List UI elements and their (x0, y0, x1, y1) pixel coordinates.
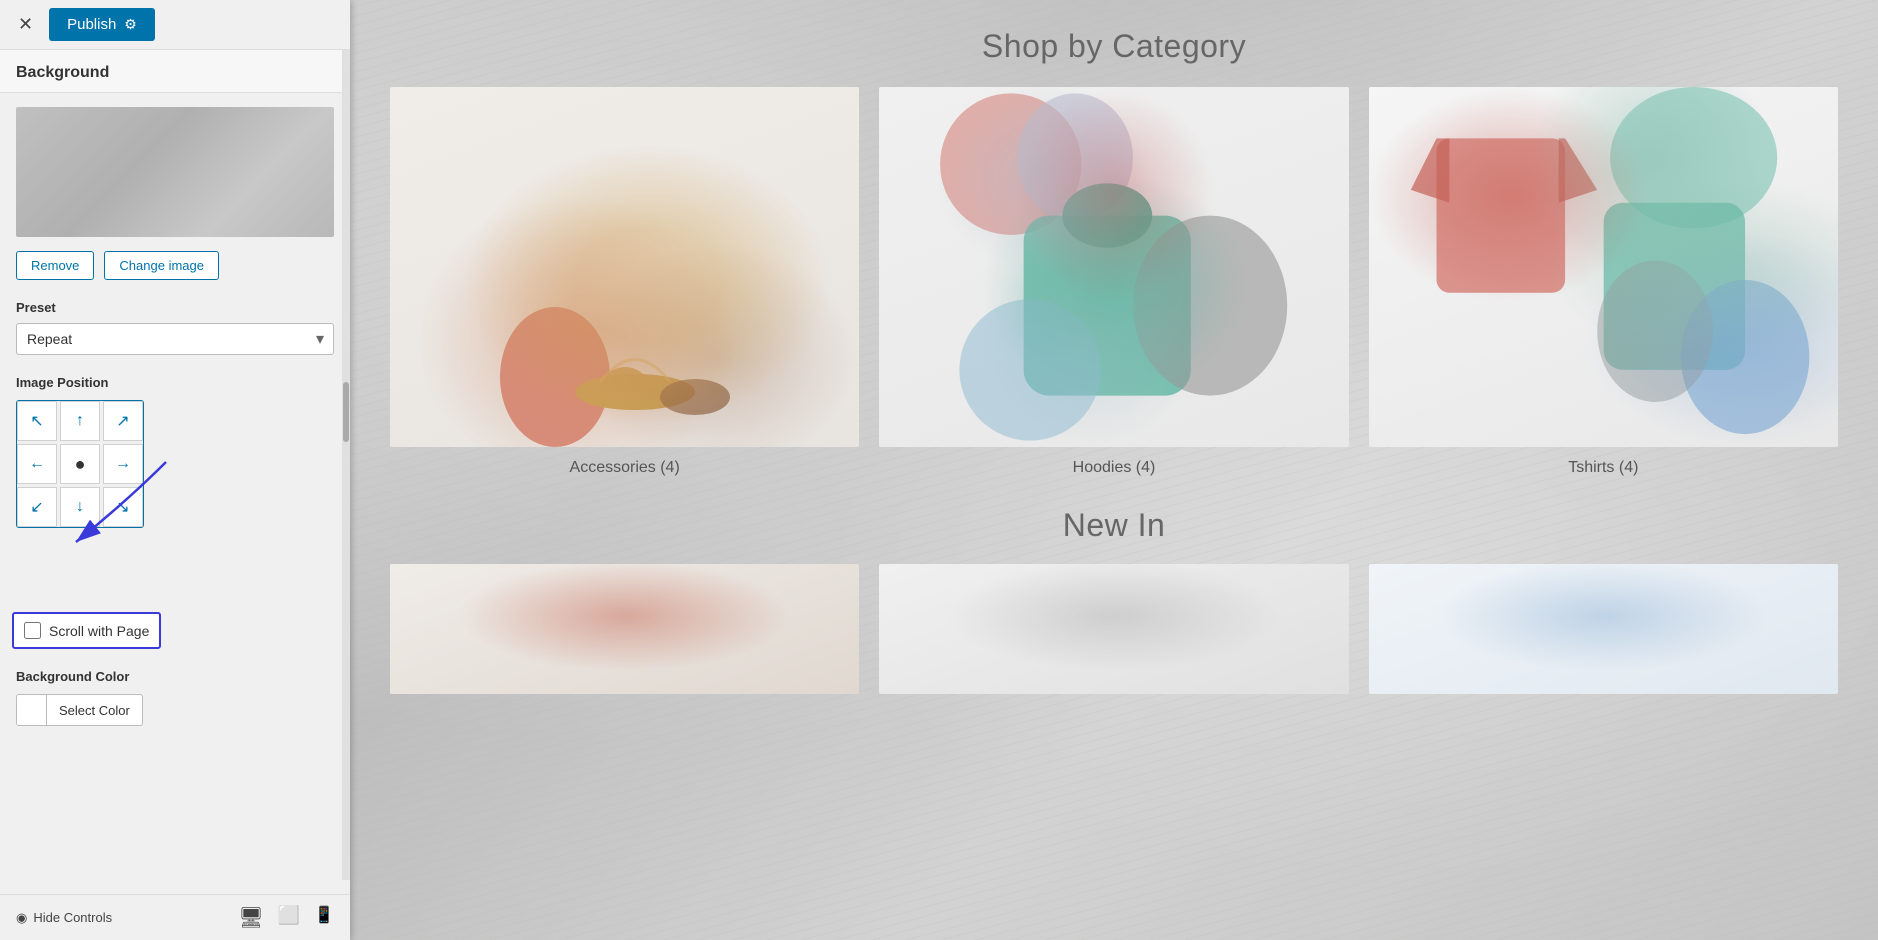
hoodies-image (879, 87, 1348, 447)
shop-by-category-title: Shop by Category (350, 0, 1878, 87)
position-top-center[interactable]: ↑ (60, 401, 100, 441)
select-color-button[interactable]: Select Color (16, 694, 143, 726)
accessories-label: Accessories (4) (570, 459, 680, 477)
thumbnail-image (16, 107, 334, 237)
tshirts-card: Tshirts (4) (1369, 87, 1838, 477)
preview-content: Shop by Category (350, 0, 1878, 940)
bottom-bar: ◉ Hide Controls 🖥 ⬜ 📱 (0, 894, 350, 940)
publish-label: Publish (67, 16, 116, 33)
color-swatch (17, 695, 47, 725)
accessories-svg (495, 247, 755, 447)
image-position-label: Image Position (0, 369, 350, 394)
tshirts-svg (1369, 87, 1838, 447)
background-color-section: Background Color Select Color (0, 663, 350, 740)
scroll-with-page-label: Scroll with Page (49, 623, 149, 639)
new-card-2 (879, 564, 1348, 694)
new-card-1 (390, 564, 859, 694)
preset-select-wrap: No Repeat Repeat Cover Contain (16, 323, 334, 355)
eye-icon: ◉ (16, 910, 27, 926)
preset-label: Preset (0, 294, 350, 319)
hide-controls[interactable]: ◉ Hide Controls (16, 910, 112, 926)
mobile-view-icon[interactable]: 📱 (314, 905, 334, 930)
gear-icon: ⚙ (124, 16, 137, 33)
select-color-label: Select Color (47, 697, 142, 724)
publish-button[interactable]: Publish ⚙ (49, 8, 155, 41)
new-in-cards (350, 564, 1878, 694)
new-in-title: New In (350, 507, 1878, 544)
preset-select[interactable]: No Repeat Repeat Cover Contain (16, 323, 334, 355)
background-color-label: Background Color (16, 663, 334, 688)
tshirts-label: Tshirts (4) (1568, 459, 1638, 477)
scroll-with-page-checkbox[interactable] (24, 622, 41, 639)
hoodies-card: Hoodies (4) (879, 87, 1348, 477)
position-top-left[interactable]: ↖ (17, 401, 57, 441)
change-image-button[interactable]: Change image (104, 251, 219, 280)
hide-controls-label: Hide Controls (33, 910, 112, 925)
scroll-with-page-row[interactable]: Scroll with Page (12, 612, 161, 649)
position-top-right[interactable]: ↗ (103, 401, 143, 441)
accessories-image (390, 87, 859, 447)
arrow-annotation (46, 452, 206, 552)
panel-title: Background (0, 50, 350, 93)
tshirts-image (1369, 87, 1838, 447)
background-thumbnail (16, 107, 334, 237)
hoodies-svg (879, 87, 1348, 447)
new-in-section: New In (350, 507, 1878, 694)
panel-scrollbar-thumb (343, 382, 349, 442)
hoodies-label: Hoodies (4) (1073, 459, 1156, 477)
close-button[interactable]: ✕ (12, 10, 39, 39)
image-action-buttons: Remove Change image (0, 251, 350, 294)
preview-area: Shop by Category (350, 0, 1878, 940)
left-panel: ✕ Publish ⚙ Background Remove Change ima… (0, 0, 350, 940)
tablet-view-icon[interactable]: ⬜ (278, 905, 300, 930)
panel-scroll: Background Remove Change image Preset No… (0, 50, 350, 894)
new-card-3 (1369, 564, 1838, 694)
panel-scrollbar (342, 50, 350, 880)
accessories-card: Accessories (4) (390, 87, 859, 477)
desktop-view-icon[interactable]: 🖥 (238, 905, 263, 930)
remove-button[interactable]: Remove (16, 251, 94, 280)
top-bar: ✕ Publish ⚙ (0, 0, 350, 50)
category-cards: Accessories (4) (350, 87, 1878, 477)
view-icons: 🖥 ⬜ 📱 (238, 905, 334, 930)
